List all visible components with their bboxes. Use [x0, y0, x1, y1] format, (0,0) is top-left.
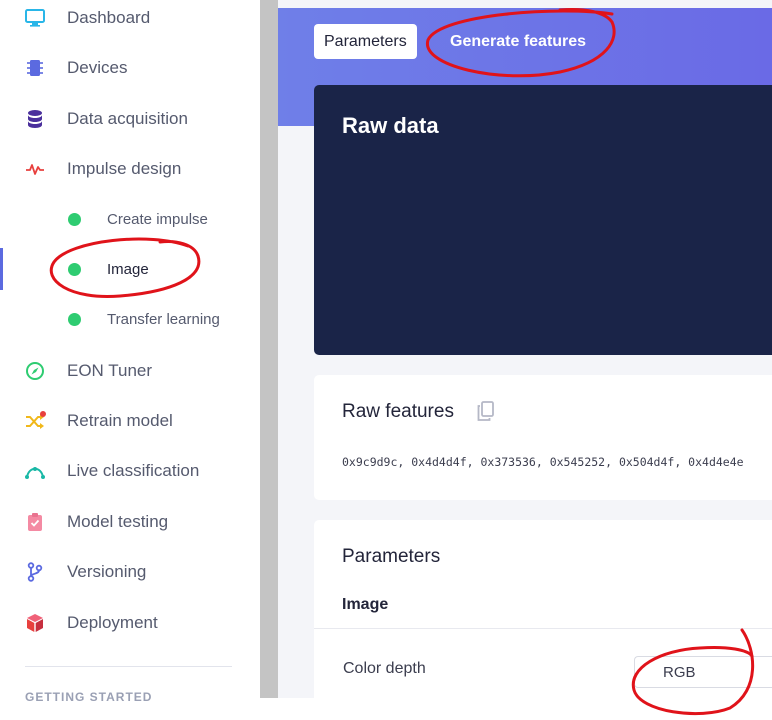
sidebar-item-label: Versioning: [67, 562, 147, 581]
monitor-icon: [24, 7, 46, 29]
pulse-icon: [24, 158, 46, 180]
sidebar-item-label: Model testing: [67, 512, 169, 531]
sidebar-subitem-image[interactable]: Image: [0, 249, 260, 289]
raw-data-title: Raw data: [342, 113, 439, 138]
shuffle-icon: [24, 410, 46, 432]
sidebar-item-label: Devices: [67, 58, 128, 77]
parameters-card: Parameters Image Color depth RGB: [314, 520, 772, 698]
main-content: Parameters Generate features Raw data Ra…: [278, 0, 772, 698]
sidebar-subitem-label: Create impulse: [107, 210, 208, 228]
sidebar: Dashboard Devices Data acquisition Impul…: [0, 0, 260, 720]
sidebar-item-impulse-design[interactable]: Impulse design: [0, 149, 260, 189]
raw-data-card: Raw data: [314, 85, 772, 355]
sidebar-item-live-classification[interactable]: Live classification: [0, 451, 260, 491]
sidebar-item-label: Impulse design: [67, 159, 182, 178]
tab-parameters[interactable]: Parameters: [314, 24, 417, 59]
raw-features-values: 0x9c9d9c, 0x4d4d4f, 0x373536, 0x545252, …: [342, 455, 744, 469]
sidebar-item-deployment[interactable]: Deployment: [0, 603, 260, 643]
sidebar-gutter: [260, 0, 278, 698]
sidebar-subitem-label: Transfer learning: [107, 310, 220, 328]
raw-features-card: Raw features 0x9c9d9c, 0x4d4d4f, 0x37353…: [314, 375, 772, 500]
sidebar-subitem-label: Image: [107, 260, 149, 278]
status-dot: [68, 212, 81, 226]
git-branch-icon: [24, 561, 46, 583]
sidebar-item-label: Deployment: [67, 613, 158, 632]
sidebar-item-retrain-model[interactable]: Retrain model: [0, 401, 260, 441]
bottom-margin: [260, 698, 772, 720]
sidebar-item-versioning[interactable]: Versioning: [0, 552, 260, 592]
raw-features-title: Raw features: [342, 401, 454, 422]
color-depth-select[interactable]: RGB: [634, 656, 772, 688]
sidebar-subitem-create-impulse[interactable]: Create impulse: [0, 199, 260, 239]
clipboard-check-icon: [24, 511, 46, 533]
sidebar-item-dashboard[interactable]: Dashboard: [0, 0, 260, 38]
status-dot: [68, 312, 81, 326]
parameters-title: Parameters: [342, 546, 441, 567]
chip-icon: [24, 57, 46, 79]
sidebar-item-data-acquisition[interactable]: Data acquisition: [0, 99, 260, 139]
cube-icon: [24, 612, 46, 634]
signal-icon: [24, 460, 46, 482]
sidebar-item-model-testing[interactable]: Model testing: [0, 502, 260, 542]
compass-icon: [24, 360, 46, 382]
copy-icon[interactable]: [476, 401, 496, 423]
sidebar-item-label: Retrain model: [67, 411, 173, 430]
sidebar-item-label: Live classification: [67, 461, 200, 480]
sidebar-divider: [25, 666, 232, 667]
database-icon: [24, 108, 46, 130]
sidebar-item-eon-tuner[interactable]: EON Tuner: [0, 351, 260, 391]
status-dot: [68, 262, 81, 276]
section-divider: [314, 628, 772, 629]
sidebar-section-heading: GETTING STARTED: [25, 690, 153, 704]
sidebar-item-devices[interactable]: Devices: [0, 48, 260, 88]
sidebar-subitem-transfer-learning[interactable]: Transfer learning: [0, 299, 260, 339]
sidebar-item-label: EON Tuner: [67, 361, 153, 380]
image-section-heading: Image: [342, 596, 389, 613]
color-depth-label: Color depth: [343, 660, 426, 677]
tab-generate-features[interactable]: Generate features: [450, 24, 586, 59]
sidebar-item-label: Data acquisition: [67, 109, 188, 128]
sidebar-item-label: Dashboard: [67, 8, 151, 27]
